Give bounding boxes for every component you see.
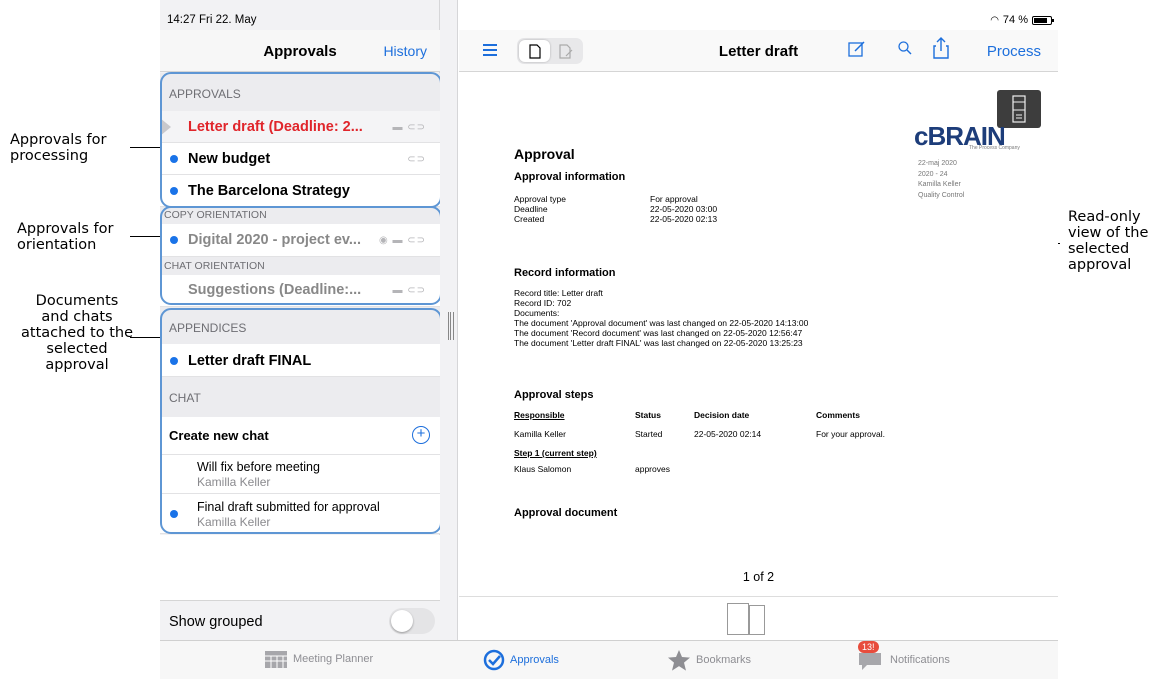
approval-item-barcelona[interactable]: The Barcelona Strategy [160,175,440,207]
selection-marker-icon [160,118,171,136]
battery-level: 74 % [1002,14,1028,26]
status-time: 14:27 Fri 22. May [167,14,257,26]
tab-bar: Meeting Planner Approvals Bookmarks 13! … [160,640,1058,679]
approvals-check-icon [483,649,505,671]
section-title-approval-document: Approval document [514,507,618,519]
list-empty-space [160,535,440,600]
show-grouped-toggle[interactable] [389,608,435,634]
page-thumbnail[interactable] [749,605,765,635]
approval-item-label: The Barcelona Strategy [188,183,350,199]
approval-item-label: New budget [188,151,271,167]
wifi-icon: ◠ [990,14,999,26]
section-title-record-info: Record information [514,267,616,279]
right-header: Letter draft Process [459,30,1058,72]
annotation-line [130,337,164,338]
share-icon[interactable] [932,37,950,64]
tab-meeting-planner[interactable]: Meeting Planner [264,649,373,669]
annotation-line [130,147,164,148]
approval-item-new-budget[interactable]: New budget ⊂⊃ [160,143,440,175]
page-thumbnail[interactable] [727,603,749,635]
create-new-chat-label: Create new chat [169,428,269,443]
section-header-chat: CHAT [160,377,440,417]
approval-item-label: Letter draft (Deadline: 2... [188,119,363,135]
appendix-item-letter-draft-final[interactable]: Letter draft FINAL [160,344,440,377]
chat-item-author: Kamilla Keller [197,515,271,529]
search-icon[interactable] [897,40,913,61]
battery-icon [1032,15,1054,25]
tab-approvals[interactable]: Approvals [483,649,559,671]
status-indicators: ◠ 74 % [990,14,1054,26]
chat-item-author: Kamilla Keller [197,475,271,489]
view-comment-attachment-icon: ◉ ▬ ⊂⊃ [378,235,426,246]
orientation-item-suggestions[interactable]: Suggestions (Deadline:... ▬ ⊂⊃ [160,275,440,307]
section-header-appendices: APPENDICES [160,307,440,344]
unread-dot-icon [170,357,178,365]
page-indicator: 1 of 2 [742,570,775,584]
drag-handle-icon[interactable] [448,312,454,340]
unread-dot-icon [170,236,178,244]
document-meta: 22-maj 2020 2020 - 24 Kamilla Keller Qua… [918,160,965,199]
create-new-chat-button[interactable]: Create new chat + [160,417,440,455]
attachment-icon: ⊂⊃ [407,154,426,165]
orientation-item-digital-2020[interactable]: Digital 2020 - project ev... ◉ ▬ ⊂⊃ [160,224,440,257]
calendar-icon [265,651,287,668]
annotation-orientation: Approvals for orientation [17,221,114,253]
split-divider[interactable] [440,0,458,640]
history-button[interactable]: History [383,43,427,59]
annotation-processing: Approvals for processing [10,132,107,164]
document-viewer: cBRAIN The Process Company 22-maj 2020 2… [459,73,1058,595]
left-header: Approvals History [160,30,440,72]
document-title: Letter draft [718,43,799,60]
orientation-item-label: Suggestions (Deadline:... [188,282,362,298]
unread-dot-icon [170,155,178,163]
process-button[interactable]: Process [987,43,1041,60]
chat-item-title: Final draft submitted for approval [197,500,380,514]
add-chat-icon[interactable]: + [412,426,430,444]
orientation-item-label: Digital 2020 - project ev... [188,232,361,248]
section-header-approvals: APPROVALS [160,73,440,111]
tab-notifications[interactable]: 13! Notifications [855,641,950,671]
edit-icon[interactable] [848,40,866,63]
unread-dot-icon [170,187,178,195]
tablet-screen: 14:27 Fri 22. May Approvals History APPR… [160,0,1058,679]
chat-item-title: Will fix before meeting [197,460,320,474]
approvals-list-pane: 14:27 Fri 22. May Approvals History APPR… [160,0,442,640]
chat-item[interactable]: Will fix before meeting Kamilla Keller [160,455,440,494]
record-info-text: Record title: Letter draft Record ID: 70… [514,288,809,348]
section-header-chat-orientation: CHAT ORIENTATION [160,257,440,275]
annotation-line [130,236,164,237]
show-grouped-label: Show grouped [169,614,263,630]
annotation-readonly: Read-only view of the selected approval [1068,209,1149,273]
appendix-item-label: Letter draft FINAL [188,353,312,369]
star-icon [668,650,690,671]
document-heading: Approval [514,146,575,162]
document-pane: ◠ 74 % Letter draft Process cBRAIN The P… [459,0,1058,640]
show-grouped-row: Show grouped [160,600,440,640]
section-header-copy-orientation: COPY ORIENTATION [160,207,440,224]
notifications-icon: 13! [855,641,885,671]
unread-dot-icon [170,510,178,518]
chat-item[interactable]: Final draft submitted for approval Kamil… [160,494,440,534]
approval-info-table: Approval type For approval Deadline 22-05-… [514,194,718,224]
comment-attachment-icon: ▬ ⊂⊃ [392,285,426,296]
section-title-approval-info: Approval information [514,171,626,183]
notifications-badge: 13! [858,641,879,653]
section-title-approval-steps: Approval steps [514,389,594,401]
tab-bookmarks[interactable]: Bookmarks [667,649,751,671]
approval-item-letter-draft[interactable]: Letter draft (Deadline: 2... ▬ ⊂⊃ [160,111,440,143]
annotation-attached: Documents and chats attached to the sele… [21,293,133,373]
page-thumbnails [459,596,1058,640]
comment-attachment-icon: ▬ ⊂⊃ [392,122,426,133]
logo-tagline: The Process Company [969,145,1020,151]
